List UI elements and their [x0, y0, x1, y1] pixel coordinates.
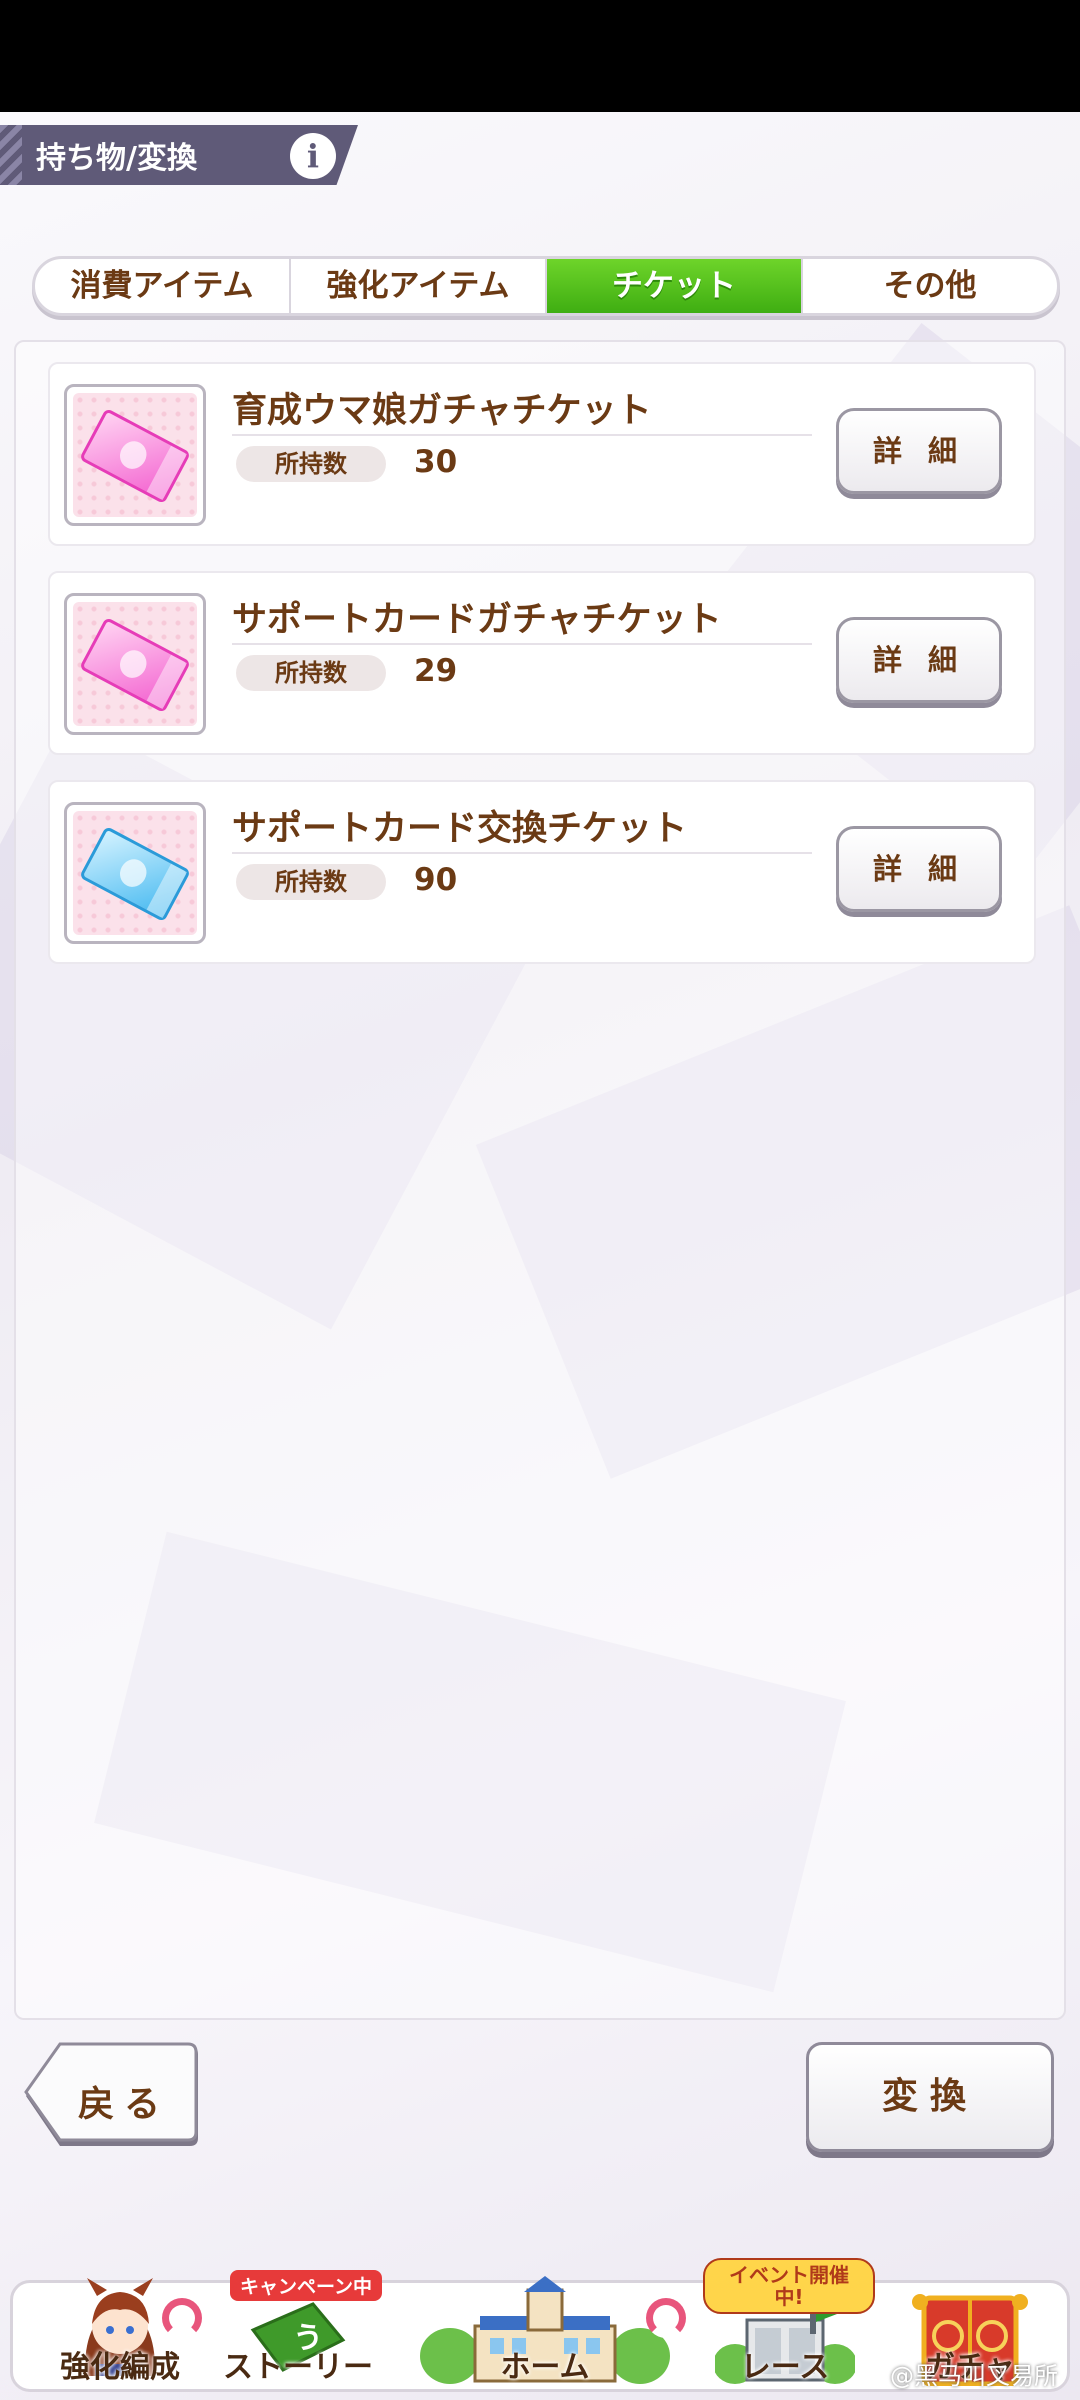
owned-count: 30: [414, 444, 458, 480]
detail-button[interactable]: 詳 細: [836, 408, 1002, 494]
blue-ticket-icon: [79, 825, 191, 923]
nav-race[interactable]: イベント開催中! レース: [695, 2258, 875, 2400]
event-badge: イベント開催中!: [703, 2258, 875, 2314]
tab-others[interactable]: その他: [803, 259, 1057, 313]
detail-button[interactable]: 詳 細: [836, 617, 1002, 703]
item-name: 育成ウマ娘ガチャチケット: [232, 391, 652, 431]
watermark: @黑马叫叉易所: [890, 2362, 1058, 2390]
status-bar: [0, 0, 1080, 112]
page-title: 持ち物/変換: [36, 141, 197, 176]
info-icon[interactable]: i: [290, 133, 336, 179]
owned-label: 所持数: [236, 864, 386, 900]
exchange-button[interactable]: 変換: [806, 2042, 1054, 2152]
item-thumbnail: [64, 593, 206, 735]
list-item: 育成ウマ娘ガチャチケット 所持数 30 詳 細: [48, 362, 1036, 546]
pink-ticket-icon: [79, 616, 191, 714]
item-thumbnail: [64, 384, 206, 526]
category-tabs: 消費アイテム 強化アイテム チケット その他: [32, 256, 1060, 316]
list-item: サポートカードガチャチケット 所持数 29 詳 細: [48, 571, 1036, 755]
tab-consumables[interactable]: 消費アイテム: [35, 259, 291, 313]
horseshoe-icon: [646, 2298, 686, 2338]
nav-home[interactable]: ホーム: [400, 2270, 690, 2400]
nav-enhance-formation[interactable]: 強化編成: [30, 2270, 210, 2400]
owned-count: 29: [414, 653, 458, 689]
item-thumbnail: [64, 802, 206, 944]
campaign-badge: キャンペーン中: [230, 2270, 383, 2301]
item-name: サポートカードガチャチケット: [232, 600, 722, 640]
list-item: サポートカード交換チケット 所持数 90 詳 細: [48, 780, 1036, 964]
owned-label: 所持数: [236, 655, 386, 691]
tab-enhancement-items[interactable]: 強化アイテム: [291, 259, 547, 313]
nav-story[interactable]: キャンペーン中 う ストーリー: [208, 2270, 388, 2400]
owned-count: 90: [414, 862, 458, 898]
tab-tickets[interactable]: チケット: [547, 259, 803, 313]
item-name: サポートカード交換チケット: [232, 809, 688, 849]
pink-ticket-icon: [79, 407, 191, 505]
horseshoe-icon: [162, 2298, 202, 2338]
owned-label: 所持数: [236, 446, 386, 482]
back-label: 戻る: [78, 2084, 171, 2125]
detail-button[interactable]: 詳 細: [836, 826, 1002, 912]
